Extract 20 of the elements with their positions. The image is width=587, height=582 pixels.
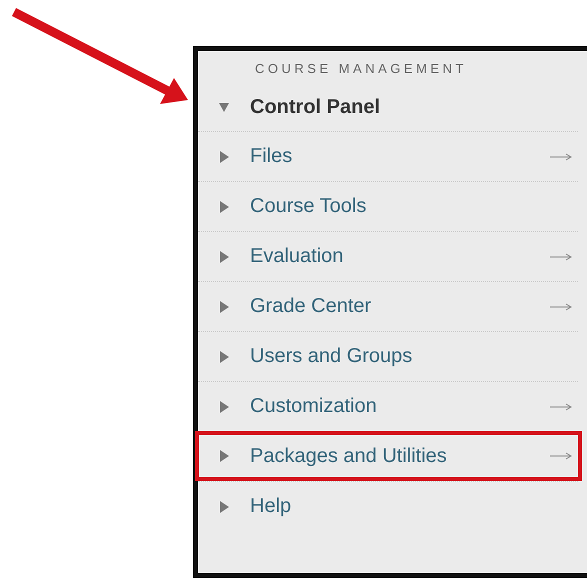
- caret-icon: [218, 300, 230, 314]
- caret-icon: [218, 500, 230, 514]
- menu-item[interactable]: Evaluation: [198, 231, 578, 281]
- caret-icon: [218, 250, 230, 264]
- menu-item[interactable]: Files: [198, 131, 578, 181]
- menu-item[interactable]: Customization: [198, 381, 578, 431]
- caret-icon: [218, 400, 230, 414]
- caret-icon: [218, 350, 230, 364]
- caret-icon: [218, 200, 230, 214]
- caret-icon: [218, 150, 230, 164]
- section-title: Control Panel: [250, 96, 380, 118]
- caret-icon: [218, 449, 230, 463]
- menu-item[interactable]: Users and Groups: [198, 331, 578, 381]
- control-panel-toggle[interactable]: Control Panel: [198, 83, 587, 131]
- menu-item[interactable]: Packages and Utilities: [195, 431, 582, 481]
- menu-item[interactable]: Help: [198, 481, 578, 531]
- menu-item[interactable]: Grade Center: [198, 281, 578, 331]
- caret-icon: [218, 101, 230, 113]
- menu-item[interactable]: Course Tools: [198, 181, 578, 231]
- menu-heading: COURSE MANAGEMENT: [255, 61, 468, 78]
